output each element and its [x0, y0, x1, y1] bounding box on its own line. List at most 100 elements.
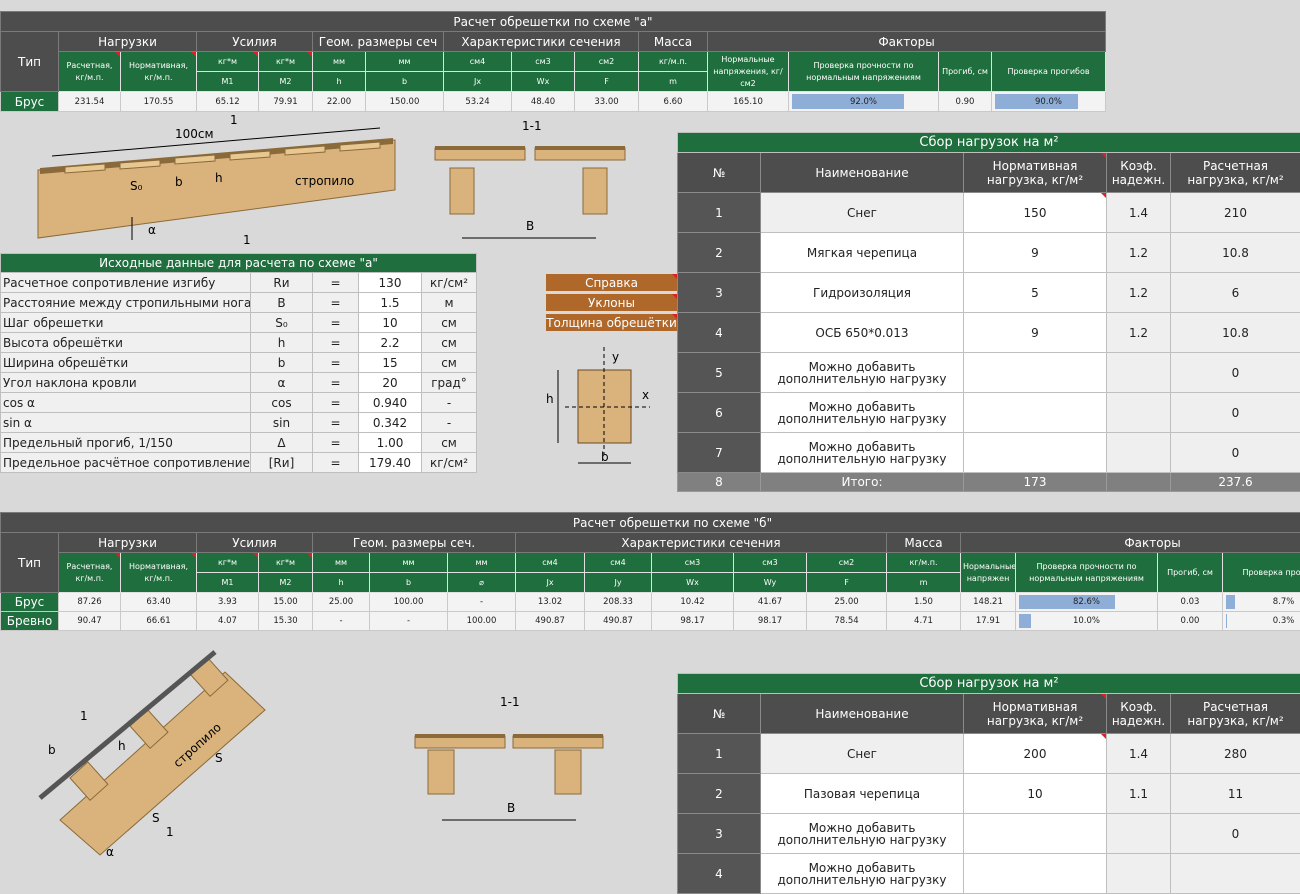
load-k[interactable]: 1.2 [1107, 313, 1171, 353]
cell[interactable]: 65.12 [197, 92, 259, 112]
cell[interactable]: 17.91 [961, 612, 1016, 631]
load-norm[interactable]: 9 [964, 233, 1107, 273]
load-name[interactable]: Пазовая черепица [761, 774, 964, 814]
cell[interactable]: 98.17 [734, 612, 807, 631]
unit-b-12: кг/м.п. [887, 553, 961, 573]
cell[interactable]: 78.54 [807, 612, 887, 631]
cell[interactable]: 53.24 [444, 92, 512, 112]
load-name[interactable]: Можно добавить дополнительную нагрузку [761, 353, 964, 393]
cell[interactable]: 100.00 [370, 593, 448, 612]
check2-cell[interactable]: 90.0% [992, 92, 1106, 112]
load-norm[interactable] [964, 814, 1107, 854]
initial-val[interactable]: 10 [359, 313, 422, 333]
cell[interactable]: 15.30 [259, 612, 313, 631]
cell[interactable]: 90.47 [59, 612, 121, 631]
cell[interactable]: 165.10 [708, 92, 789, 112]
check1-cell[interactable]: 82.6% [1016, 593, 1158, 612]
cell[interactable]: 148.21 [961, 593, 1016, 612]
load-norm[interactable]: 9 [964, 313, 1107, 353]
group-section: Характеристики сечения [444, 32, 639, 52]
cell[interactable]: 79.91 [259, 92, 313, 112]
cell[interactable]: 10.42 [652, 593, 734, 612]
cell[interactable]: 0.90 [939, 92, 992, 112]
cell[interactable]: 170.55 [121, 92, 197, 112]
cell[interactable]: 22.00 [313, 92, 366, 112]
initial-val[interactable]: 1.00 [359, 433, 422, 453]
initial-val[interactable]: 179.40 [359, 453, 422, 473]
load-name[interactable]: Снег [761, 193, 964, 233]
cell[interactable]: 41.67 [734, 593, 807, 612]
load-name[interactable]: Мягкая черепица [761, 233, 964, 273]
load-name[interactable]: Снег [761, 734, 964, 774]
cell[interactable]: 66.61 [121, 612, 197, 631]
check2-cell[interactable]: 8.7% [1223, 593, 1300, 612]
load-k[interactable]: 1.1 [1107, 774, 1171, 814]
load-name[interactable]: Можно добавить дополнительную нагрузку [761, 433, 964, 473]
initial-val[interactable]: 130 [359, 273, 422, 293]
check1-cell[interactable]: 92.0% [789, 92, 939, 112]
load-norm[interactable] [964, 854, 1107, 894]
load-norm[interactable]: 10 [964, 774, 1107, 814]
initial-val[interactable]: 15 [359, 353, 422, 373]
cell[interactable]: 33.00 [575, 92, 639, 112]
unit-b-5: мм [370, 553, 448, 573]
initial-val[interactable]: 20 [359, 373, 422, 393]
cell[interactable]: 3.93 [197, 593, 259, 612]
label-alpha: α [148, 223, 156, 237]
cell[interactable]: - [313, 612, 370, 631]
sym-b: b [366, 72, 444, 92]
initial-val[interactable]: 0.342 [359, 413, 422, 433]
load-k[interactable] [1107, 814, 1171, 854]
load-name[interactable]: Можно добавить дополнительную нагрузку [761, 854, 964, 894]
load-name[interactable]: Можно добавить дополнительную нагрузку [761, 393, 964, 433]
cell[interactable]: 1.50 [887, 593, 961, 612]
cell[interactable]: 231.54 [59, 92, 121, 112]
cell[interactable]: 25.00 [313, 593, 370, 612]
check1-cell[interactable]: 10.0% [1016, 612, 1158, 631]
load-norm[interactable] [964, 393, 1107, 433]
load-k[interactable] [1107, 353, 1171, 393]
load-norm[interactable]: 150 [964, 193, 1107, 233]
initial-val[interactable]: 1.5 [359, 293, 422, 313]
load-norm[interactable] [964, 433, 1107, 473]
cell[interactable]: 98.17 [652, 612, 734, 631]
load-name[interactable]: Можно добавить дополнительную нагрузку [761, 814, 964, 854]
load-k[interactable]: 1.2 [1107, 233, 1171, 273]
cell[interactable]: 0.00 [1158, 612, 1223, 631]
initial-val[interactable]: 0.940 [359, 393, 422, 413]
cell[interactable]: 48.40 [512, 92, 575, 112]
load-name[interactable]: Гидроизоляция [761, 273, 964, 313]
initial-val[interactable]: 2.2 [359, 333, 422, 353]
help-button[interactable]: Справка [545, 273, 678, 292]
load-k[interactable]: 1.4 [1107, 734, 1171, 774]
load-norm[interactable]: 5 [964, 273, 1107, 313]
load-norm[interactable]: 200 [964, 734, 1107, 774]
cell[interactable]: 100.00 [448, 612, 516, 631]
load-k[interactable]: 1.4 [1107, 193, 1171, 233]
cell[interactable]: - [448, 593, 516, 612]
load-k[interactable] [1107, 433, 1171, 473]
load-norm[interactable] [964, 353, 1107, 393]
cell[interactable]: 208.33 [585, 593, 652, 612]
load-row: 3Гидроизоляция51.26 [678, 273, 1300, 313]
cell[interactable]: 0.03 [1158, 593, 1223, 612]
slopes-button[interactable]: Уклоны [545, 293, 678, 312]
cell[interactable]: 25.00 [807, 593, 887, 612]
load-name[interactable]: ОСБ 650*0.013 [761, 313, 964, 353]
cell[interactable]: 4.71 [887, 612, 961, 631]
cell[interactable]: 63.40 [121, 593, 197, 612]
cell[interactable]: 4.07 [197, 612, 259, 631]
cell[interactable]: 150.00 [366, 92, 444, 112]
lathing-thickness-button[interactable]: Толщина обрешётки [545, 313, 678, 332]
cell[interactable]: 15.00 [259, 593, 313, 612]
cell[interactable]: 490.87 [585, 612, 652, 631]
check2-cell[interactable]: 0.3% [1223, 612, 1300, 631]
cell[interactable]: 13.02 [516, 593, 585, 612]
load-k[interactable] [1107, 854, 1171, 894]
cell[interactable]: 87.26 [59, 593, 121, 612]
cell[interactable]: 6.60 [639, 92, 708, 112]
load-k[interactable] [1107, 393, 1171, 433]
cell[interactable]: 490.87 [516, 612, 585, 631]
load-k[interactable]: 1.2 [1107, 273, 1171, 313]
cell[interactable]: - [370, 612, 448, 631]
